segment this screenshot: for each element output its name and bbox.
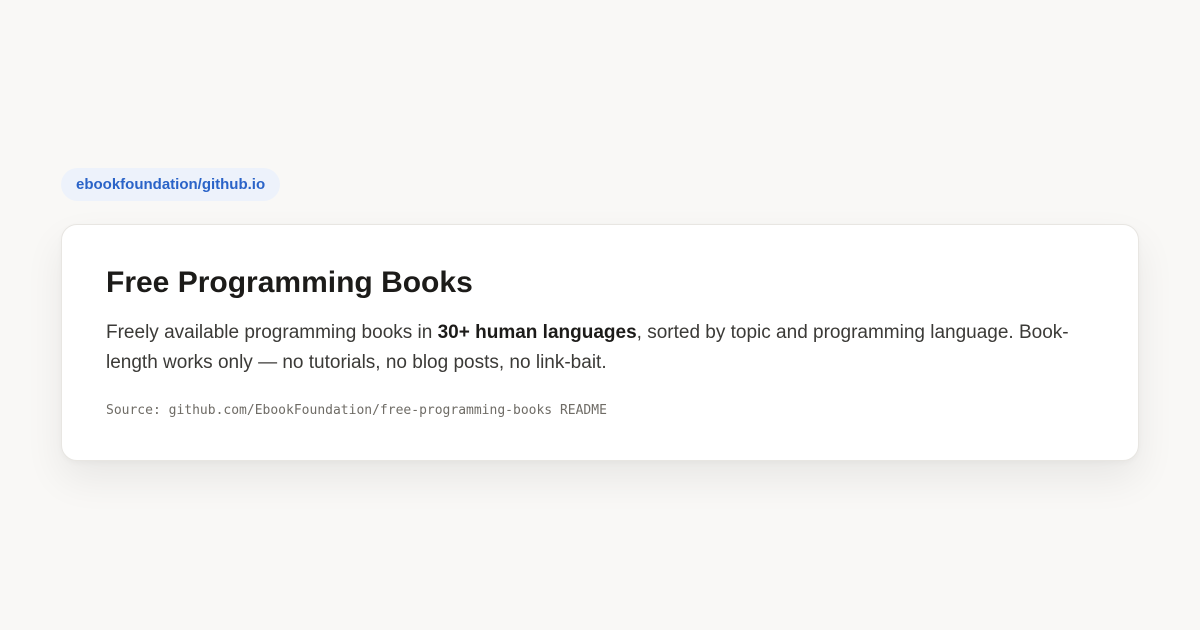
description-text-start: Freely available programming books in bbox=[106, 322, 438, 343]
info-card: Free Programming Books Freely available … bbox=[61, 224, 1139, 461]
og-image: ebookfoundation/github.io Free Programmi… bbox=[0, 0, 1200, 630]
card-title: Free Programming Books bbox=[106, 266, 473, 299]
repo-badge-label: ebookfoundation/github.io bbox=[76, 176, 266, 193]
repo-badge[interactable]: ebookfoundation/github.io bbox=[61, 168, 281, 201]
description-emphasis: 30+ human languages bbox=[437, 322, 637, 343]
card-description: Freely available programming books in 30… bbox=[106, 318, 1091, 378]
source-citation: Source: github.com/EbookFoundation/free-… bbox=[106, 403, 607, 418]
